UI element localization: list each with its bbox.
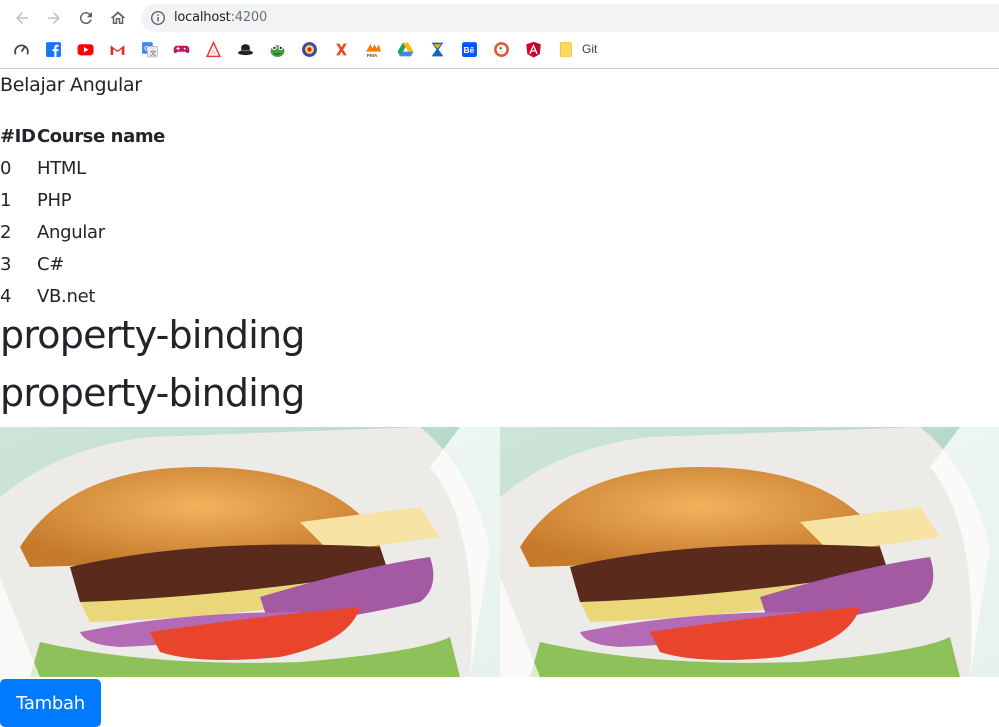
- bookmark-badge[interactable]: [301, 41, 318, 58]
- table-row: 1 PHP: [0, 184, 165, 216]
- hat-icon: [238, 44, 253, 56]
- duckduckgo-icon: [494, 42, 509, 57]
- frog-icon: [270, 45, 285, 57]
- forward-button[interactable]: [42, 6, 66, 30]
- info-icon[interactable]: [150, 10, 166, 26]
- bookmark-git-label[interactable]: Git: [582, 42, 597, 56]
- course-id-cell: 0: [0, 157, 12, 179]
- svg-text:文: 文: [150, 48, 157, 57]
- google-drive-icon: [397, 42, 414, 57]
- course-name-cell: VB.net: [37, 285, 96, 307]
- table-header-row: #ID Course name: [0, 120, 165, 152]
- table-row: 0 HTML: [0, 152, 165, 184]
- bookmarks-bar: G文 PMA Bē Git: [0, 40, 999, 60]
- triangle-icon: [205, 41, 222, 58]
- table-row: 3 C#: [0, 248, 165, 280]
- hourglass-icon: [431, 42, 444, 57]
- bookmark-speed-dial[interactable]: [13, 41, 30, 58]
- image-row: [0, 427, 999, 677]
- svg-text:Bē: Bē: [463, 45, 474, 55]
- arrow-right-icon: [48, 12, 60, 24]
- bookmark-x[interactable]: [333, 41, 350, 58]
- bookmark-hat[interactable]: [237, 41, 254, 58]
- browser-chrome: localhost:4200 G文 PMA Bē Git: [0, 0, 999, 69]
- burger-picture: [500, 427, 999, 677]
- course-table: #ID Course name 0 HTML 1 PHP 2 Angular 3…: [0, 120, 165, 312]
- svg-text:G: G: [144, 46, 149, 53]
- course-name-cell: Angular: [37, 221, 105, 243]
- facebook-icon: [46, 42, 61, 57]
- table-row: 2 Angular: [0, 216, 165, 248]
- bookmark-git-folder[interactable]: [557, 41, 574, 58]
- arrow-left-icon: [16, 12, 28, 24]
- bookmark-frog[interactable]: [269, 41, 286, 58]
- bookmark-hourglass[interactable]: [429, 41, 446, 58]
- course-id-cell: 4: [0, 285, 12, 307]
- course-name-cell: PHP: [37, 189, 72, 211]
- youtube-icon: [77, 44, 94, 56]
- bookmark-duckduckgo[interactable]: [493, 41, 510, 58]
- course-id-cell: 1: [0, 189, 12, 211]
- burger-image: [0, 427, 500, 677]
- tambah-button[interactable]: Tambah: [0, 679, 101, 727]
- bookmark-google-translate[interactable]: G文: [141, 41, 158, 58]
- gmail-icon: [110, 45, 125, 55]
- bookmark-pma[interactable]: PMA: [365, 41, 382, 58]
- folder-icon: [559, 42, 572, 57]
- pma-icon: PMA: [366, 44, 381, 58]
- property-binding-heading: property-binding: [0, 313, 305, 357]
- back-button[interactable]: [10, 6, 34, 30]
- home-button[interactable]: [106, 6, 130, 30]
- column-header-course-name: Course name: [37, 125, 165, 147]
- address-bar[interactable]: localhost:4200: [141, 4, 999, 32]
- burger-image: [500, 427, 999, 677]
- speed-dial-icon: [14, 44, 29, 55]
- course-id-cell: 2: [0, 221, 12, 243]
- reload-button[interactable]: [74, 6, 98, 30]
- reload-icon: [79, 12, 92, 25]
- bookmark-triangle[interactable]: [205, 41, 222, 58]
- bookmark-youtube[interactable]: [77, 41, 94, 58]
- angular-icon: [526, 41, 541, 58]
- gamepad-icon: [173, 45, 190, 54]
- bookmark-gmail[interactable]: [109, 41, 126, 58]
- badge-icon: [302, 42, 317, 57]
- bookmark-angular[interactable]: [525, 41, 542, 58]
- bookmark-facebook[interactable]: [45, 41, 62, 58]
- course-name-cell: HTML: [37, 157, 86, 179]
- x-icon: [336, 43, 347, 56]
- behance-icon: Bē: [462, 42, 477, 57]
- bookmark-gamepad[interactable]: [173, 41, 190, 58]
- table-row: 4 VB.net: [0, 280, 165, 312]
- page-content: Belajar Angular #ID Course name 0 HTML 1…: [0, 69, 999, 727]
- app-title: Belajar Angular: [0, 74, 142, 96]
- burger-picture: [0, 427, 500, 677]
- home-icon: [110, 11, 126, 24]
- bookmark-behance[interactable]: Bē: [461, 41, 478, 58]
- url-text: localhost:4200: [174, 10, 268, 25]
- course-name-cell: C#: [37, 253, 65, 275]
- property-binding-heading: property-binding: [0, 371, 305, 415]
- google-translate-icon: G文: [142, 42, 158, 58]
- svg-text:PMA: PMA: [367, 53, 378, 58]
- course-id-cell: 3: [0, 253, 12, 275]
- column-header-id: #ID: [0, 125, 36, 147]
- bookmark-google-drive[interactable]: [397, 41, 414, 58]
